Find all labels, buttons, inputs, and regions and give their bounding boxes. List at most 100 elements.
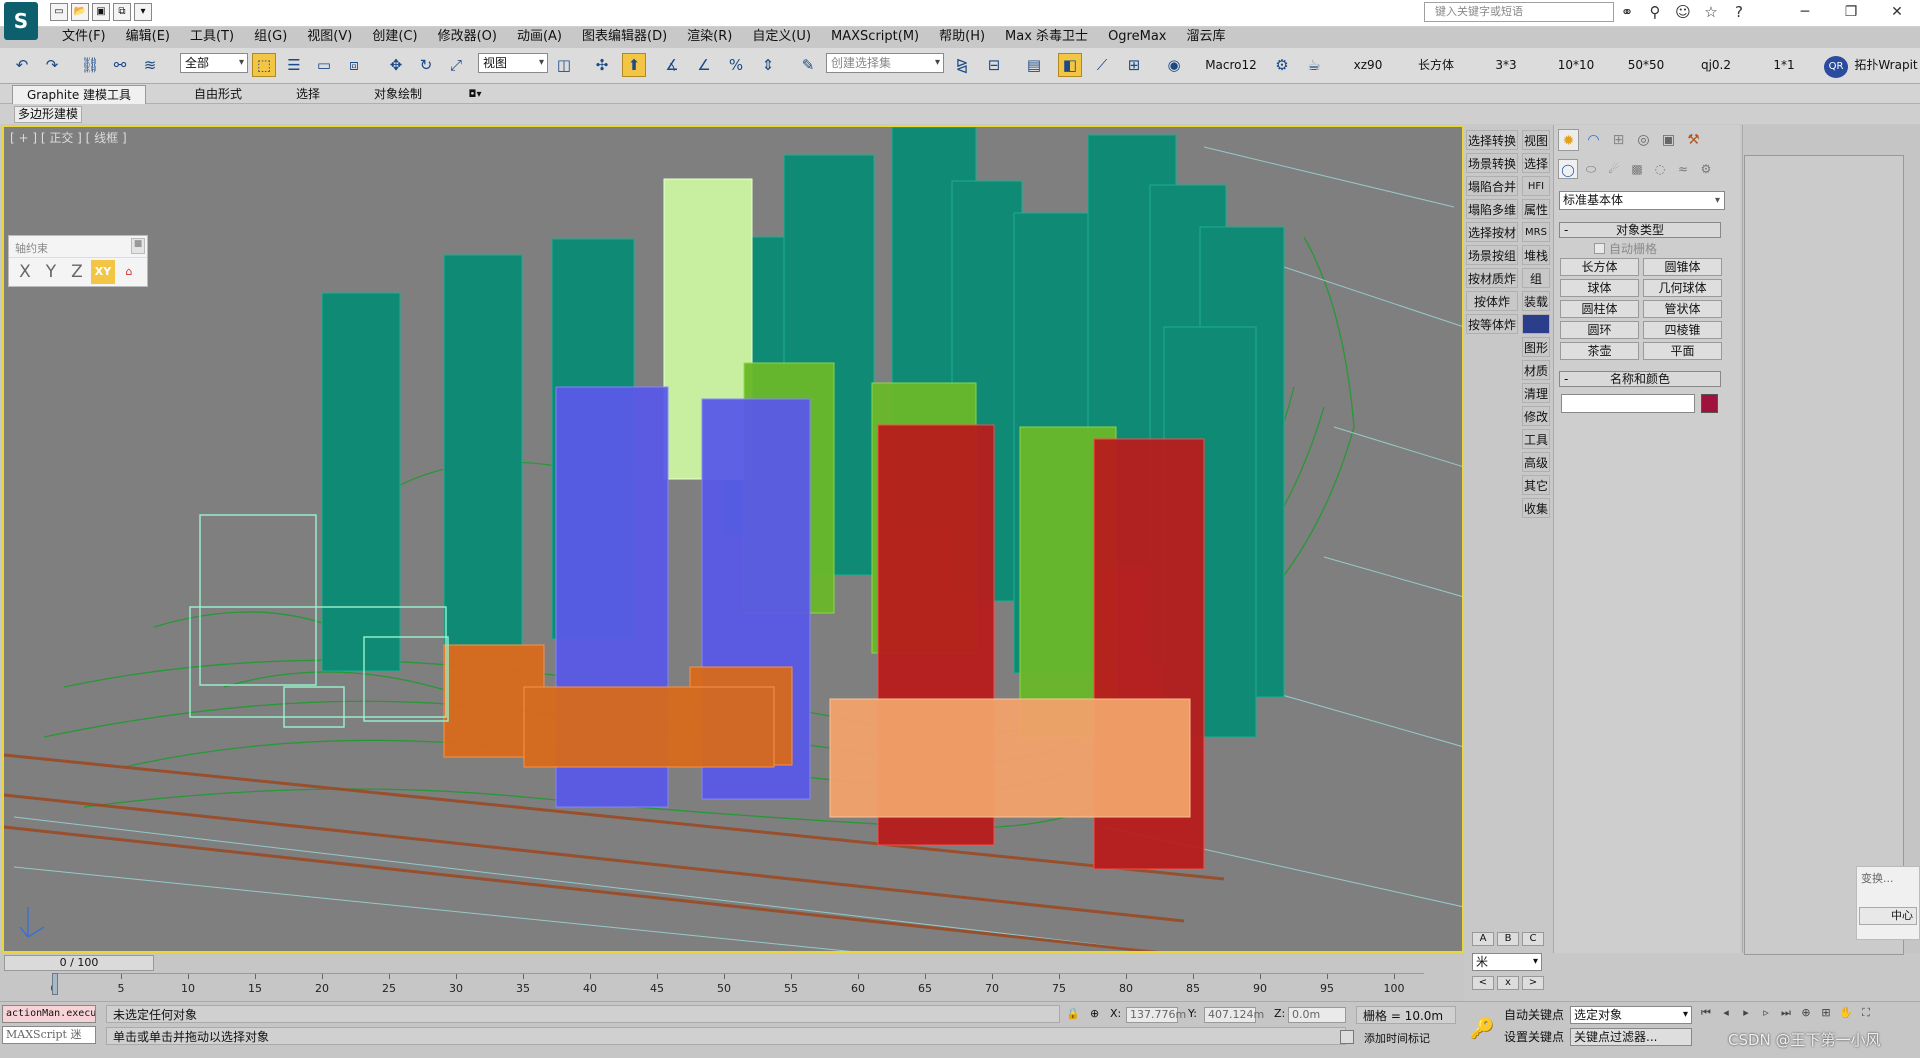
goto-end-icon[interactable]: ⏭ [1778,1006,1794,1022]
b-button[interactable]: B [1497,932,1519,946]
named-selection-dropdown[interactable]: 创建选择集 [826,53,944,73]
menu-customize[interactable]: 自定义(U) [742,26,821,48]
add-time-tag-button[interactable]: 添加时间标记 [1364,1030,1430,1046]
star-icon[interactable]: ☆ [1700,2,1722,22]
rotate-icon[interactable]: ↻ [414,53,438,77]
prev-button[interactable]: < [1472,976,1494,990]
minimize-button[interactable]: ─ [1782,0,1828,24]
spinner-snap-icon[interactable]: ⇕ [756,53,780,77]
viewport-label[interactable]: [ + ] [ 正交 ] [ 线框 ] [10,129,127,146]
explode-equal-button[interactable]: 按等体炸 [1466,314,1518,334]
script-material-button[interactable]: 材质 [1522,360,1550,380]
select-convert-button[interactable]: 选择转换 [1466,130,1518,150]
create-tab-icon[interactable]: ✹ [1558,129,1579,151]
name-color-rollout[interactable]: - 名称和颜色 [1559,371,1721,387]
hold-icon[interactable]: ⧉ [113,3,131,21]
new-file-icon[interactable]: ▭ [50,3,68,21]
script-active-button[interactable] [1522,314,1550,334]
menu-ogremax[interactable]: OgreMax [1098,26,1176,48]
1x1-button[interactable]: 1*1 [1756,52,1812,78]
collapse-multi-button[interactable]: 塌陷多维 [1466,199,1518,219]
c-button[interactable]: C [1522,932,1544,946]
playhead[interactable] [52,973,58,995]
lights-icon[interactable]: ☄ [1604,159,1624,179]
close-icon[interactable]: ■ [131,238,145,254]
align-icon[interactable]: ⊟ [982,53,1006,77]
script-other-button[interactable]: 其它 [1522,475,1550,495]
maximize-viewport-icon[interactable]: ⛶ [1858,1006,1874,1022]
tab-object-paint[interactable]: 对象绘制 [356,85,440,104]
script-cleanup-button[interactable]: 清理 [1522,383,1550,403]
unlink-icon[interactable]: ⚯ [108,53,132,77]
modify-tab-icon[interactable]: ◠ [1583,129,1604,151]
script-load-button[interactable]: 装载 [1522,291,1550,311]
rect-selection-icon[interactable]: ▭ [312,53,336,77]
selected-objects-dropdown[interactable]: 选定对象 [1570,1006,1692,1024]
y-coordinate-field[interactable]: 407.124m [1204,1007,1264,1023]
script-shapes-button[interactable]: 图形 [1522,337,1550,357]
menu-antivirus[interactable]: Max 杀毒卫士 [995,26,1098,48]
auto-key-button[interactable]: 自动关键点 [1504,1006,1564,1024]
motion-tab-icon[interactable]: ◎ [1633,129,1654,151]
menu-help[interactable]: 帮助(H) [929,26,995,48]
x-coordinate-field[interactable]: 137.776m [1126,1007,1186,1023]
axis-y-button[interactable]: Y [39,260,63,284]
set-key-icon[interactable]: 🔑 [1466,1016,1498,1040]
explode-by-element-button[interactable]: 按体炸 [1466,291,1518,311]
binoculars-icon[interactable]: ⚭ [1616,2,1638,22]
app-logo-icon[interactable]: S [4,2,38,40]
menu-rendering[interactable]: 渲染(R) [677,26,742,48]
search-input[interactable]: 键入关键字或短语 [1424,2,1614,22]
a-button[interactable]: A [1472,932,1494,946]
box-button[interactable]: 长方体 [1560,258,1639,276]
menu-animation[interactable]: 动画(A) [507,26,572,48]
hierarchy-tab-icon[interactable]: ⊞ [1608,129,1629,151]
auto-grid-checkbox[interactable]: 自动栅格 [1594,240,1657,257]
script-hfi-button[interactable]: HFI [1522,176,1550,196]
menu-create[interactable]: 创建(C) [362,26,427,48]
menu-views[interactable]: 视图(V) [297,26,362,48]
shapes-icon[interactable]: ⬭ [1581,159,1601,179]
menu-maxscript[interactable]: MAXScript(M) [821,26,929,48]
viewport[interactable]: [ + ] [ 正交 ] [ 线框 ] 轴约束 ■ X Y Z XY ⌂ [2,125,1464,953]
sphere-button[interactable]: 球体 [1560,279,1639,297]
redo-icon[interactable]: ↷ [40,53,64,77]
angle-snap-icon[interactable]: ∠ [692,53,716,77]
open-file-icon[interactable]: 📂 [71,3,89,21]
maxscript-listener-input[interactable]: MAXScript 迷 [2,1026,96,1044]
quick-access-dropdown-icon[interactable]: ▾ [134,3,152,21]
topology-wrapit-button[interactable]: 拓扑Wrapit [1852,52,1920,78]
axis-snap-icon[interactable]: ⌂ [117,260,141,284]
qr-button[interactable]: QR [1824,56,1848,78]
cylinder-button[interactable]: 圆柱体 [1560,300,1639,318]
display-tab-icon[interactable]: ▣ [1658,129,1679,151]
unit-dropdown[interactable]: 米 [1472,953,1542,971]
torus-button[interactable]: 圆环 [1560,321,1639,339]
link-icon[interactable]: ⚲ [1644,2,1666,22]
axis-xy-button[interactable]: XY [91,260,115,284]
layer-manager-icon[interactable]: ▤ [1022,53,1046,77]
maxscript-listener-output[interactable]: actionMan.execu [2,1005,96,1023]
time-slider[interactable]: 0 / 100 [4,955,154,971]
zoom-icon[interactable]: ⊕ [1798,1006,1814,1022]
spacewarps-icon[interactable]: ≈ [1673,159,1693,179]
select-object-icon[interactable]: ⬚ [252,53,276,77]
z-coordinate-field[interactable]: 0.0m [1288,1007,1346,1023]
manipulate-icon[interactable]: ✣ [590,53,614,77]
cone-button[interactable]: 圆锥体 [1643,258,1722,276]
goto-start-icon[interactable]: ⏮ [1698,1006,1714,1022]
ribbon-options-icon[interactable]: ◘▾ [460,85,490,104]
box-macro-button[interactable]: 长方体 [1404,52,1468,78]
macro12-button[interactable]: Macro12 [1200,52,1262,78]
utilities-tab-icon[interactable]: ⚒ [1683,129,1704,151]
percent-snap-icon[interactable]: % [724,53,748,77]
snap-toggle-icon[interactable]: ∡ [660,53,684,77]
object-color-swatch[interactable] [1701,394,1718,413]
curve-editor-icon[interactable]: ⟋ [1090,53,1114,77]
scale-icon[interactable]: ⤢ [444,53,468,77]
qj02-button[interactable]: qj0.2 [1686,52,1746,78]
undo-icon[interactable]: ↶ [10,53,34,77]
render-setup-icon[interactable]: ⚙ [1270,53,1294,77]
script-stack-button[interactable]: 堆栈 [1522,245,1550,265]
menu-file[interactable]: 文件(F) [52,26,116,48]
